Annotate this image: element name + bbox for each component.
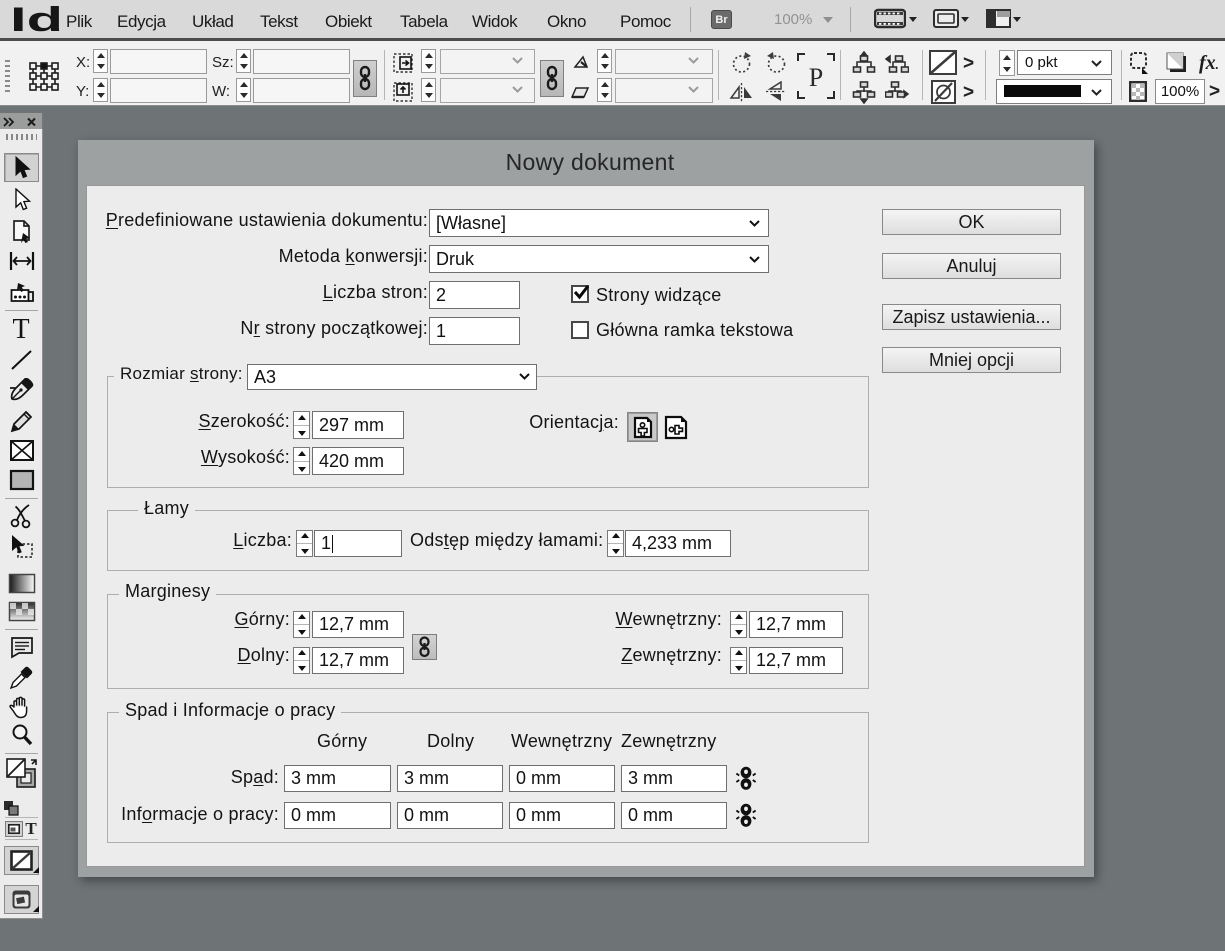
svg-text:Id: Id <box>13 1 61 38</box>
svg-text:P: P <box>809 63 823 92</box>
